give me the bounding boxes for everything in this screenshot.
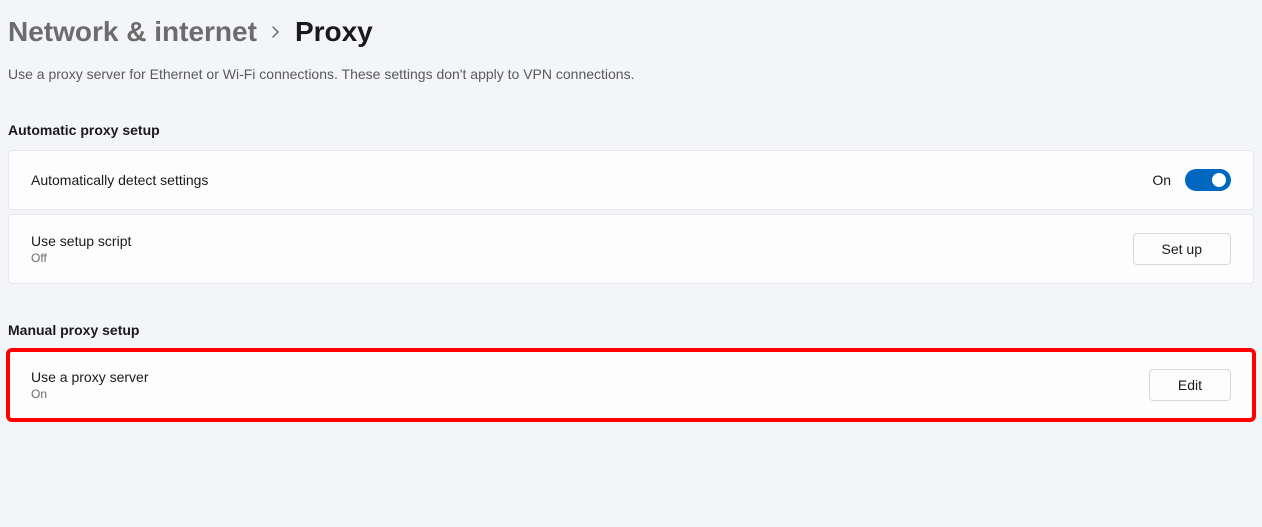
card-auto-detect: Automatically detect settings On: [8, 150, 1254, 210]
chevron-right-icon: [271, 25, 281, 44]
section-header-automatic: Automatic proxy setup: [8, 122, 1254, 138]
card-status-use-proxy: On: [31, 387, 148, 401]
breadcrumb-current: Proxy: [295, 16, 373, 48]
toggle-knob: [1212, 173, 1226, 187]
card-title-setup-script: Use setup script: [31, 233, 131, 249]
toggle-state-label: On: [1152, 172, 1171, 188]
edit-proxy-button[interactable]: Edit: [1149, 369, 1231, 401]
card-setup-script: Use setup script Off Set up: [8, 214, 1254, 284]
breadcrumb: Network & internet Proxy: [8, 16, 1254, 48]
card-title-auto-detect: Automatically detect settings: [31, 172, 208, 188]
breadcrumb-parent-link[interactable]: Network & internet: [8, 16, 257, 48]
setup-script-button[interactable]: Set up: [1133, 233, 1231, 265]
card-title-use-proxy: Use a proxy server: [31, 369, 148, 385]
page-subtitle: Use a proxy server for Ethernet or Wi-Fi…: [8, 66, 1254, 82]
card-use-proxy-server: Use a proxy server On Edit: [8, 350, 1254, 420]
card-status-setup-script: Off: [31, 251, 131, 265]
auto-detect-toggle[interactable]: [1185, 169, 1231, 191]
section-header-manual: Manual proxy setup: [8, 322, 1254, 338]
